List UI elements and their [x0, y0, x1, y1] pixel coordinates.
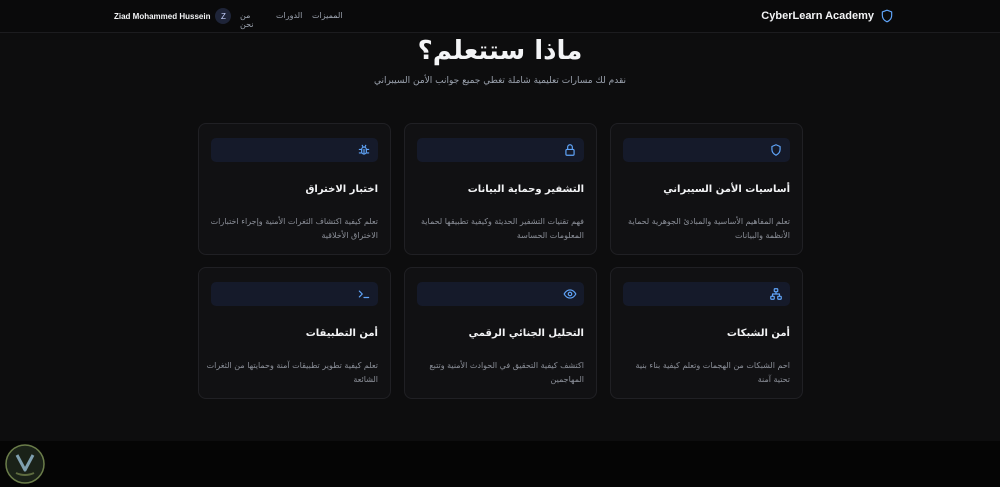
card-title: التحليل الجنائي الرقمي: [468, 328, 584, 339]
eye-icon: [563, 289, 577, 299]
card-network-security[interactable]: أمن الشبكات احم الشبكات من الهجمات وتعلم…: [610, 267, 803, 399]
shield-watermark-icon: [5, 444, 45, 484]
card-title: أمن التطبيقات: [305, 328, 378, 339]
brand[interactable]: CyberLearn Academy: [761, 8, 894, 24]
card-description: احم الشبكات من الهجمات وتعلم كيفية بناء …: [635, 361, 790, 384]
card-icon-box: [211, 138, 378, 162]
card-description: اكتشف كيفية التحقيق في الحوادث الأمنية و…: [429, 361, 584, 384]
shield-icon: [771, 144, 781, 156]
bug-icon: [358, 144, 370, 155]
card-icon-box: [417, 138, 584, 162]
card-forensics[interactable]: التحليل الجنائي الرقمي اكتشف كيفية التحق…: [404, 267, 597, 399]
page-title: ماذا ستتعلم؟: [417, 36, 583, 66]
avatar[interactable]: Z: [215, 8, 232, 24]
card-icon-box: [623, 138, 790, 162]
card-description: تعلم كيفية اكتشاف الثغرات الأمنية وإجراء…: [210, 217, 378, 240]
card-title: التشفير وحماية البيانات: [467, 184, 584, 195]
card-description: تعلم المفاهيم الأساسية والمبادئ الجوهرية…: [628, 217, 790, 240]
card-description: فهم تقنيات التشفير الحديثة وكيفية تطبيقه…: [420, 217, 584, 240]
nav-features[interactable]: المميزات: [312, 11, 343, 20]
card-icon-box: [211, 282, 378, 306]
terminal-icon: [358, 290, 370, 299]
footer: [0, 441, 1000, 487]
card-description: تعلم كيفية تطوير تطبيقات آمنة وحمايتها م…: [206, 361, 378, 384]
card-encryption[interactable]: التشفير وحماية البيانات فهم تقنيات التشف…: [404, 123, 597, 255]
network-icon: [770, 288, 782, 300]
card-title: أساسيات الأمن السيبراني: [663, 184, 790, 195]
user-name: Ziad Mohammed Hussein: [114, 11, 211, 21]
shield-logo-icon: [881, 9, 893, 23]
nav-about[interactable]: من نحن: [240, 11, 253, 29]
brand-name: CyberLearn Academy: [761, 10, 874, 22]
card-app-security[interactable]: أمن التطبيقات تعلم كيفية تطوير تطبيقات آ…: [198, 267, 391, 399]
lock-icon: [565, 144, 575, 156]
card-icon-box: [623, 282, 790, 306]
user-profile[interactable]: Ziad Mohammed Hussein Z: [114, 8, 232, 24]
card-title: اختبار الاختراق: [305, 184, 378, 195]
card-icon-box: [417, 282, 584, 306]
top-navbar: CyberLearn Academy Ziad Mohammed Hussein…: [0, 0, 1000, 33]
page-subtitle: نقدم لك مسارات تعليمية شاملة تغطي جميع ج…: [373, 76, 627, 86]
nav-courses[interactable]: الدورات: [276, 11, 302, 20]
card-pentest[interactable]: اختبار الاختراق تعلم كيفية اكتشاف الثغرا…: [198, 123, 391, 255]
card-cyber-basics[interactable]: أساسيات الأمن السيبراني تعلم المفاهيم ال…: [610, 123, 803, 255]
card-title: أمن الشبكات: [726, 328, 790, 339]
